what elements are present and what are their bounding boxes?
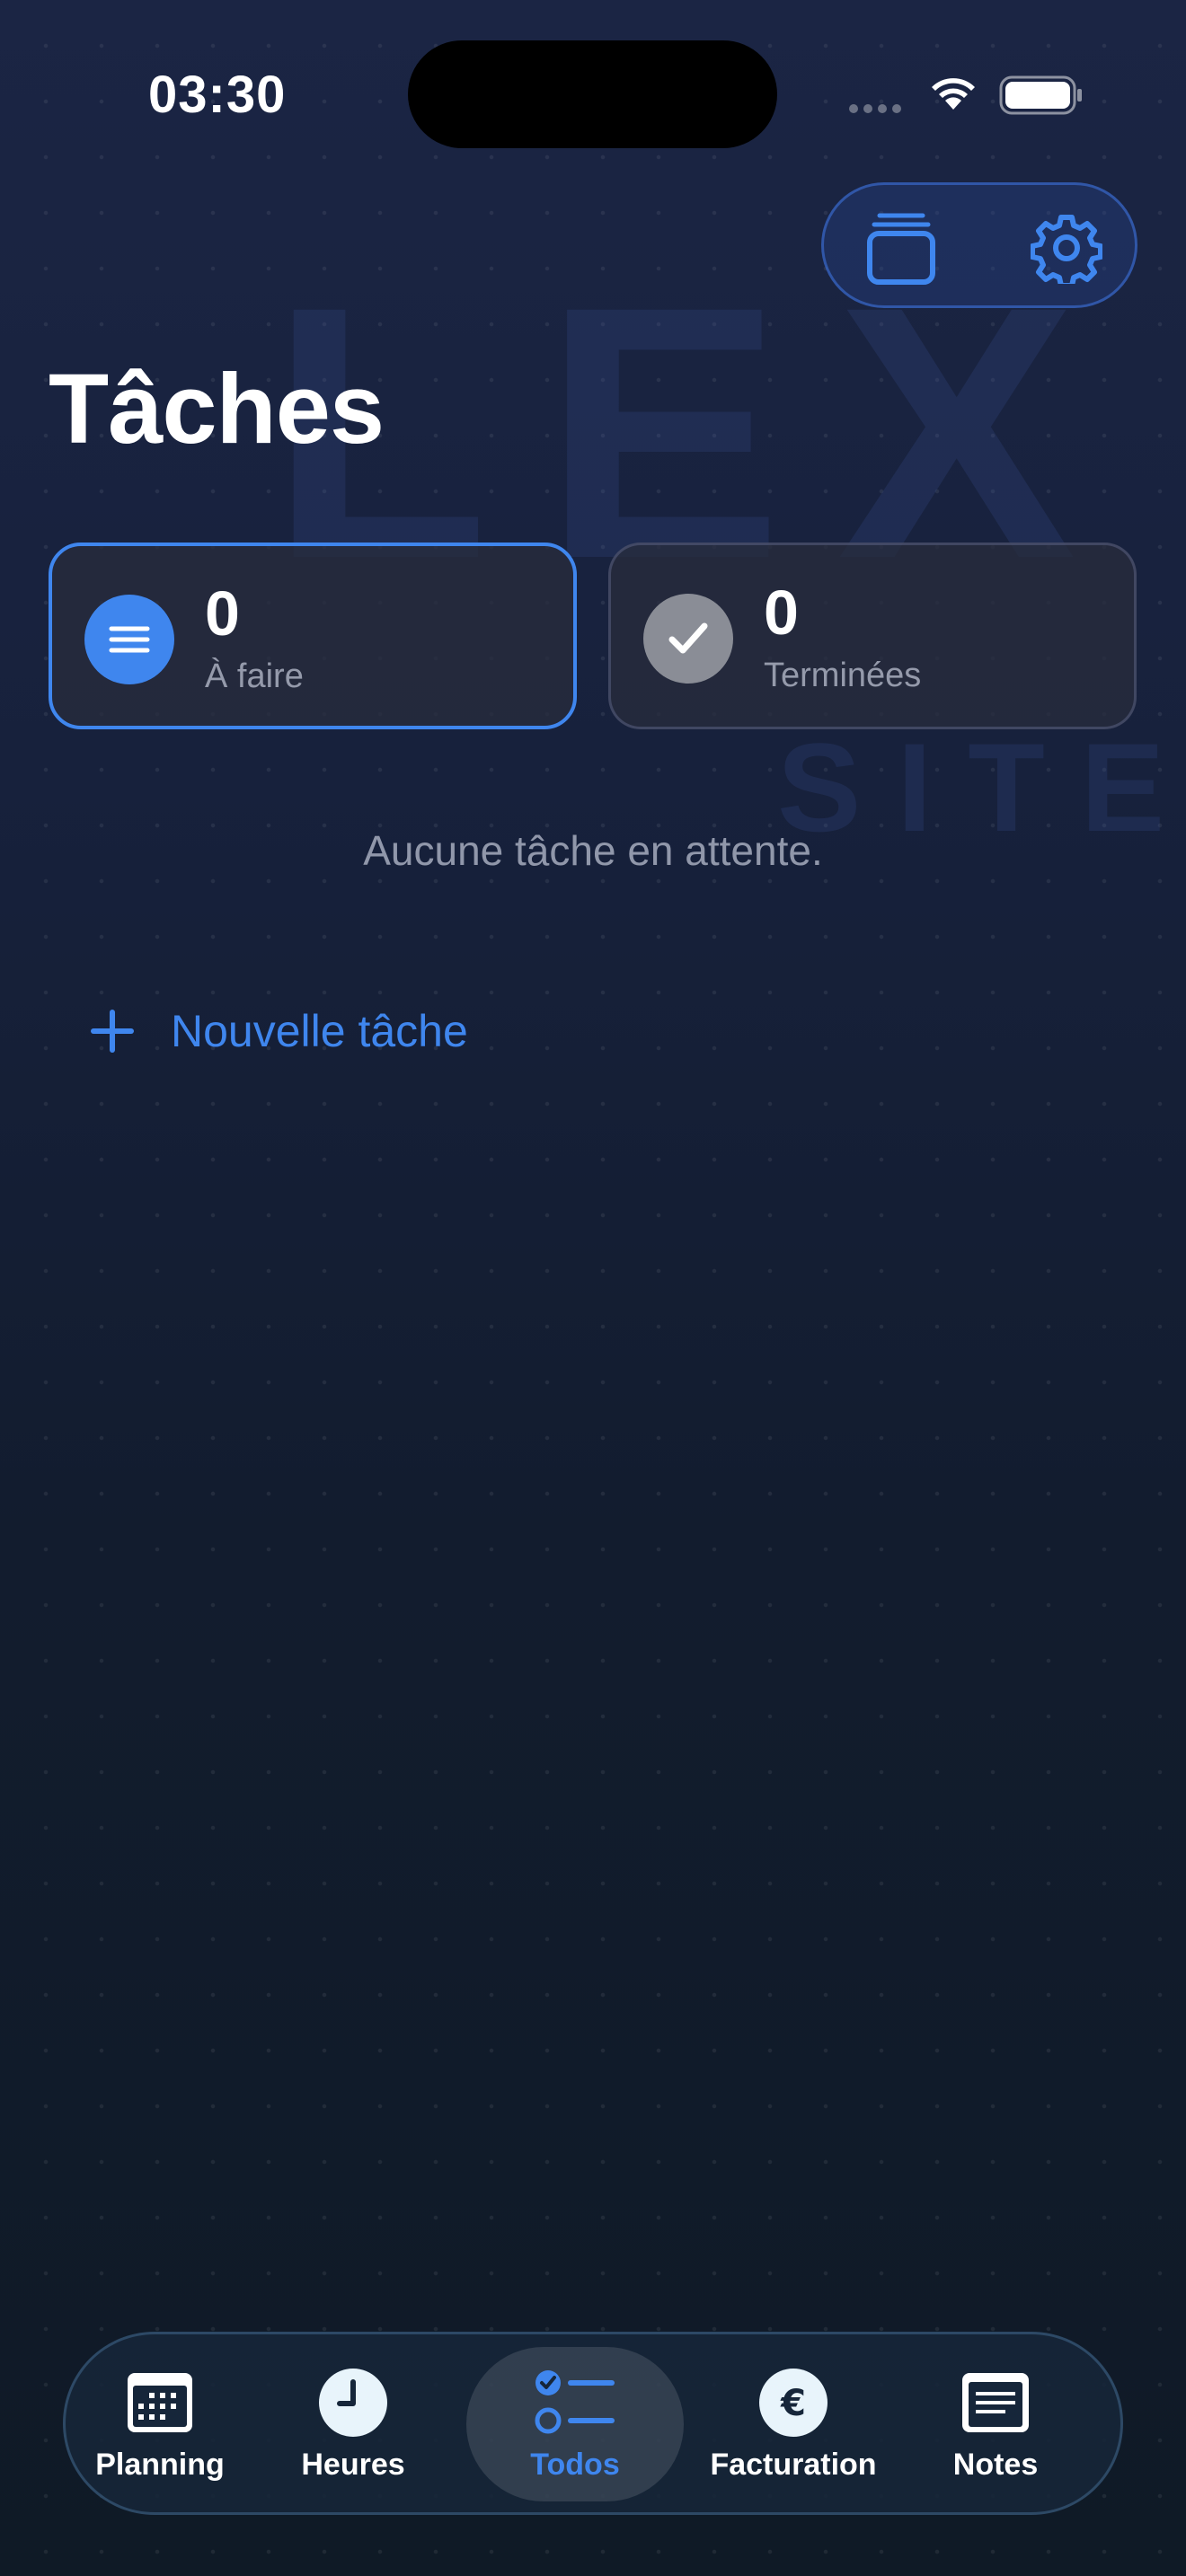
done-count: 0	[764, 578, 799, 648]
battery-icon	[999, 75, 1082, 115]
tab-bar: Planning Heures Todos € Facturation Note…	[63, 2332, 1123, 2515]
status-bar: 03:30	[0, 0, 1186, 180]
top-actions-group	[821, 182, 1137, 308]
done-stat-card[interactable]: 0 Terminées	[608, 543, 1137, 729]
gear-icon	[1031, 215, 1102, 284]
stack-button[interactable]	[858, 205, 944, 291]
tab-label: Heures	[301, 2448, 405, 2482]
calendar-icon	[128, 2373, 192, 2432]
notes-icon	[962, 2373, 1029, 2432]
tab-heures[interactable]: Heures	[281, 2334, 425, 2512]
checkmark-icon	[643, 594, 733, 684]
tab-label: Notes	[952, 2448, 1039, 2482]
tab-label: Todos	[530, 2448, 620, 2482]
todo-label: À faire	[205, 657, 304, 695]
todo-stat-card[interactable]: 0 À faire	[49, 543, 577, 729]
settings-button[interactable]	[1023, 205, 1110, 291]
tab-todos[interactable]: Todos	[466, 2347, 684, 2501]
tab-label: Facturation	[710, 2448, 877, 2482]
clock-icon	[319, 2369, 387, 2437]
list-icon	[84, 595, 174, 684]
cellular-signal-icon	[849, 101, 907, 118]
dynamic-island	[408, 40, 777, 148]
new-task-label: Nouvelle tâche	[171, 1006, 468, 1056]
status-time: 03:30	[148, 66, 287, 124]
svg-text:€: €	[780, 2383, 806, 2424]
tab-label: Planning	[95, 2448, 225, 2482]
tab-planning[interactable]: Planning	[84, 2334, 236, 2512]
page-title: Tâches	[49, 354, 385, 464]
euro-icon: €	[759, 2369, 828, 2437]
stack-icon	[867, 213, 935, 285]
tab-facturation[interactable]: € Facturation	[695, 2334, 892, 2512]
wifi-icon	[932, 78, 975, 110]
todo-count: 0	[205, 578, 240, 648]
checklist-icon	[535, 2370, 615, 2434]
new-task-button[interactable]: Nouvelle tâche	[88, 995, 468, 1067]
tab-notes[interactable]: Notes	[928, 2334, 1063, 2512]
empty-state-message: Aucune tâche en attente.	[363, 827, 823, 874]
done-label: Terminées	[764, 657, 922, 694]
plus-icon	[91, 1010, 134, 1053]
